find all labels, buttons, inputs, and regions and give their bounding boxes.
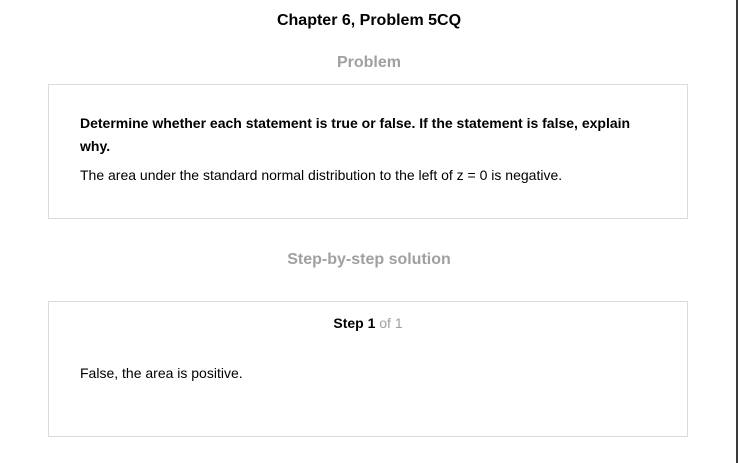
step-header: Step 1 of 1 [49, 315, 687, 331]
page-title: Chapter 6, Problem 5CQ [276, 12, 462, 29]
solution-heading: Step-by-step solution [287, 251, 451, 268]
solution-card: Step 1 of 1 False, the area is positive. [48, 301, 688, 437]
problem-question: Determine whether each statement is true… [80, 115, 631, 154]
problem-heading: Problem [336, 54, 401, 71]
problem-card: Determine whether each statement is true… [48, 84, 688, 219]
step-count: of 1 [379, 315, 403, 331]
step-label: Step 1 [333, 315, 376, 331]
problem-statement: The area under the standard normal distr… [80, 167, 563, 183]
step-answer: False, the area is positive. [80, 365, 243, 381]
